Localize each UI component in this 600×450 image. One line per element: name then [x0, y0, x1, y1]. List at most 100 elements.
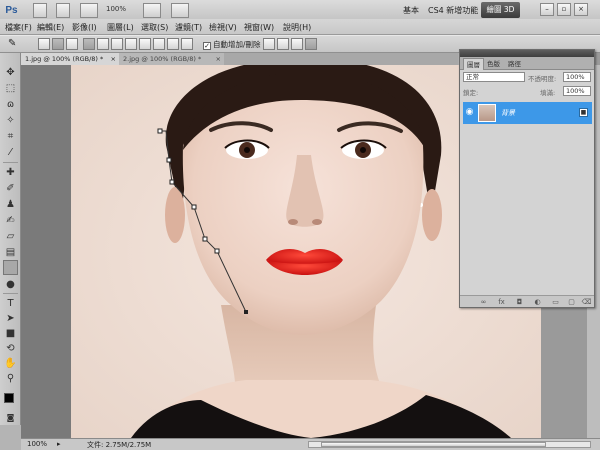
eye-icon[interactable]: ◉: [464, 106, 475, 119]
menu-window[interactable]: 視窗(W): [244, 22, 274, 33]
history-brush-tool-icon[interactable]: ✍: [3, 213, 18, 228]
layer-row-background[interactable]: ◉ 背景 ■: [463, 102, 592, 124]
file-size-status: 文件: 2.75M/2.75M: [87, 441, 152, 449]
delete-layer-icon[interactable]: ⌫: [581, 297, 592, 307]
3d-rotate-tool-icon[interactable]: ⟲: [3, 341, 18, 356]
polygon-icon[interactable]: [153, 38, 165, 50]
new-layer-icon[interactable]: ▢: [566, 297, 577, 307]
gradient-tool-icon[interactable]: ▤: [3, 245, 18, 260]
minimize-button[interactable]: –: [540, 3, 554, 16]
tab-paths[interactable]: 路徑: [505, 58, 524, 70]
eraser-tool-icon[interactable]: ▱: [3, 229, 18, 244]
scroll-thumb[interactable]: [321, 442, 546, 447]
lock-label: 鎖定:: [463, 89, 479, 97]
fill-input[interactable]: 100%: [563, 86, 591, 96]
tab-close-icon[interactable]: ×: [216, 53, 221, 65]
status-bar: 100% ▸ 文件: 2.75M/2.75M: [21, 438, 600, 450]
blend-mode-select[interactable]: 正常: [463, 72, 525, 82]
path-selection-tool-icon[interactable]: ➤: [3, 311, 18, 326]
eyedropper-tool-icon[interactable]: ⁄: [3, 145, 18, 160]
path-subtract-icon[interactable]: [277, 38, 289, 50]
path-intersect-icon[interactable]: [291, 38, 303, 50]
fill-label: 填滿:: [540, 89, 556, 97]
menu-help[interactable]: 說明(H): [283, 22, 311, 33]
workspace-3d[interactable]: 繪圖 3D: [481, 2, 520, 18]
panel-tabs: 圖層 色版 路徑: [460, 57, 594, 70]
layers-panel: 圖層 色版 路徑 正常 不透明度: 100% 鎖定: 填滿: 100% ◉ 背景…: [459, 49, 595, 308]
panel-titlebar[interactable]: [460, 50, 594, 57]
auto-add-delete-checkbox[interactable]: ✓ 自動增加/刪除: [203, 39, 261, 50]
opacity-input[interactable]: 100%: [563, 72, 591, 82]
move-tool-icon[interactable]: ✥: [3, 65, 18, 80]
workspace-cs4-new[interactable]: CS4 新增功能: [428, 5, 478, 16]
tab-channels[interactable]: 色版: [484, 58, 503, 70]
app-logo: Ps: [5, 5, 18, 16]
arrange-documents-icon[interactable]: [143, 3, 161, 18]
path-exclude-icon[interactable]: [305, 38, 317, 50]
zoom-status[interactable]: 100%: [27, 440, 47, 448]
tab-2jpg[interactable]: 2.jpg @ 100% (RGB/8) * ×: [119, 53, 224, 65]
pen-tool-preset-icon[interactable]: ✎: [8, 38, 16, 49]
layers-panel-footer: ∞ fx ◘ ◐ ▭ ▢ ⌫: [460, 295, 594, 307]
freeform-pen-icon[interactable]: [97, 38, 109, 50]
layer-thumbnail: [478, 104, 496, 122]
line-icon[interactable]: [167, 38, 179, 50]
checkbox-icon[interactable]: ✓: [203, 42, 211, 50]
crop-tool-icon[interactable]: ⌗: [3, 129, 18, 144]
new-group-icon[interactable]: ▭: [550, 297, 561, 307]
menu-view[interactable]: 檢視(V): [209, 22, 237, 33]
layer-style-icon[interactable]: fx: [496, 297, 507, 307]
adjustment-layer-icon[interactable]: ◐: [532, 297, 543, 307]
menu-file[interactable]: 檔案(F): [5, 22, 32, 33]
quick-mask-icon[interactable]: ◙: [3, 410, 18, 425]
tool-separator: [3, 293, 18, 294]
path-combine-add-icon[interactable]: [263, 38, 275, 50]
custom-shape-icon[interactable]: [181, 38, 193, 50]
menu-layer[interactable]: 圖層(L): [107, 22, 134, 33]
rectangle-icon[interactable]: [111, 38, 123, 50]
menu-edit[interactable]: 編輯(E): [37, 22, 64, 33]
lasso-tool-icon[interactable]: ɷ: [3, 97, 18, 112]
type-tool-icon[interactable]: T: [3, 296, 18, 311]
workspace-basic[interactable]: 基本: [403, 5, 419, 16]
document-tabs: 1.jpg @ 100% (RGB/8) * × 2.jpg @ 100% (R…: [21, 53, 458, 65]
screen-mode-icon[interactable]: [171, 3, 189, 18]
marquee-tool-icon[interactable]: ⬚: [3, 81, 18, 96]
zoom-level-dropdown[interactable]: 100%: [106, 5, 126, 13]
bridge-icon[interactable]: [33, 3, 47, 18]
status-menu-icon[interactable]: ▸: [57, 440, 61, 448]
horizontal-scrollbar[interactable]: [308, 441, 591, 448]
shape-layers-icon[interactable]: [38, 38, 50, 50]
foreground-color-swatch[interactable]: [4, 393, 14, 403]
rounded-rectangle-icon[interactable]: [125, 38, 137, 50]
add-mask-icon[interactable]: ◘: [514, 297, 525, 307]
view-extras-icon[interactable]: [80, 3, 98, 18]
clone-stamp-tool-icon[interactable]: ♟: [3, 197, 18, 212]
tab-layers[interactable]: 圖層: [463, 58, 484, 70]
tab-close-icon[interactable]: ×: [111, 53, 116, 65]
brush-tool-icon[interactable]: ✐: [3, 181, 18, 196]
minibridge-icon[interactable]: [56, 3, 70, 18]
menu-select[interactable]: 選取(S): [141, 22, 168, 33]
menu-filter[interactable]: 濾鏡(T): [175, 22, 202, 33]
close-button[interactable]: ×: [574, 3, 588, 16]
layer-name[interactable]: 背景: [501, 108, 515, 118]
paths-mode-icon[interactable]: [52, 38, 64, 50]
quick-select-tool-icon[interactable]: ✧: [3, 113, 18, 128]
restore-button[interactable]: ▫: [557, 3, 571, 16]
menu-row: 檔案(F) 編輯(E) 影像(I) 圖層(L) 選取(S) 濾鏡(T) 檢視(V…: [0, 19, 600, 35]
menu-image[interactable]: 影像(I): [72, 22, 97, 33]
fill-pixels-icon[interactable]: [66, 38, 78, 50]
tab-1jpg[interactable]: 1.jpg @ 100% (RGB/8) * ×: [21, 53, 119, 65]
ellipse-icon[interactable]: [139, 38, 151, 50]
shape-tool-icon[interactable]: ■: [3, 326, 18, 341]
pen-tool-icon[interactable]: [3, 260, 18, 275]
pen-icon[interactable]: [83, 38, 95, 50]
dodge-tool-icon[interactable]: ●: [3, 277, 18, 292]
healing-brush-tool-icon[interactable]: ✚: [3, 165, 18, 180]
zoom-tool-icon[interactable]: ⚲: [3, 371, 18, 386]
lock-icon: ■: [579, 108, 588, 117]
hand-tool-icon[interactable]: ✋: [3, 356, 18, 371]
tools-panel: ✥ ⬚ ɷ ✧ ⌗ ⁄ ✚ ✐ ♟ ✍ ▱ ▤ ◭ ● T ➤ ■ ⟲ ✋ ⚲ …: [0, 53, 21, 425]
link-layers-icon[interactable]: ∞: [478, 297, 489, 307]
